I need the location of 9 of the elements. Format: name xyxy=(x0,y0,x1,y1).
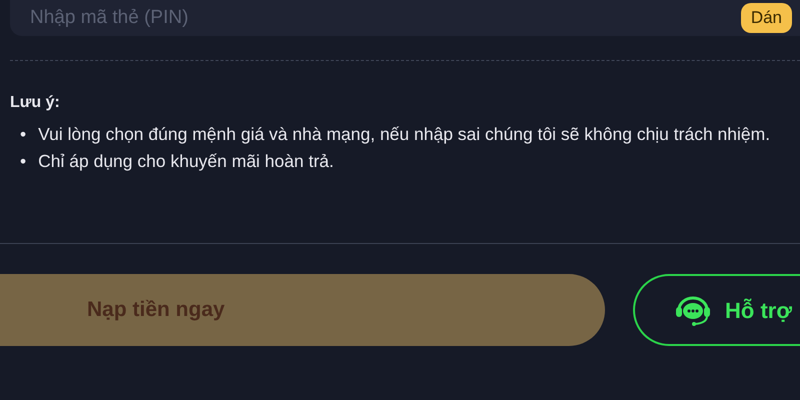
bullet: • xyxy=(20,123,26,146)
note-item: Vui lòng chọn đúng mệnh giá và nhà mạng, nếu nhập sai chúng tôi sẽ không chịu trách nhiệm. xyxy=(38,123,772,146)
note-item: Chỉ áp dụng cho khuyến mãi hoàn trả. xyxy=(38,150,335,173)
support-button[interactable]: Hỗ trợ xyxy=(633,274,800,346)
pin-field[interactable]: Nhập mã thẻ (PIN) Dán xyxy=(10,0,800,36)
headset-chat-icon xyxy=(675,294,711,326)
note-title: Lưu ý: xyxy=(10,93,61,113)
paste-button[interactable]: Dán xyxy=(740,3,792,33)
bullet: • xyxy=(20,150,26,173)
